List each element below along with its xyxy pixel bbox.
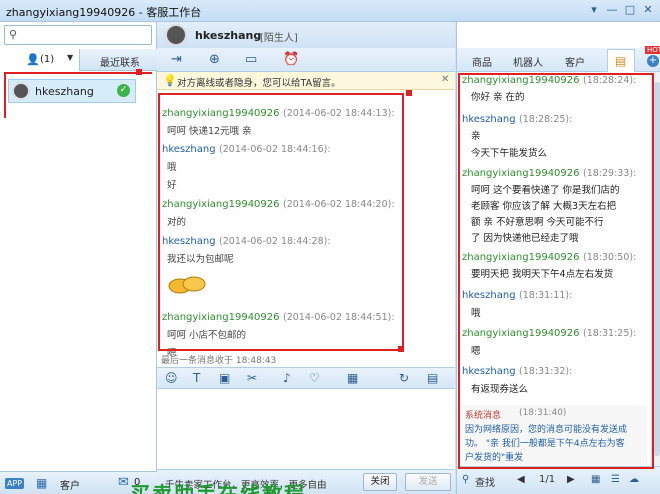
service-button[interactable]: 客户 xyxy=(60,477,80,492)
cloud-icon[interactable]: ☁ xyxy=(629,474,639,485)
contact-tabs: 👤 (1) ▼ 最近联系 xyxy=(0,49,157,71)
minimize-button[interactable]: — xyxy=(604,3,620,17)
tab-contacts[interactable]: 👤 (1) ▼ xyxy=(0,49,80,71)
input-toolbar: ☺ T ▣ ✂ ♪ ♡ ▦ ↻ ▤ xyxy=(157,367,455,389)
mail-icon[interactable]: ✉ xyxy=(118,475,129,490)
title-bar: zhangyixiang19940926 - 客服工作台 ▾ — □ ✕ xyxy=(0,0,660,22)
record-icon: ▤ xyxy=(615,54,627,68)
contacts-count: (1) xyxy=(40,54,55,65)
calculator-icon[interactable]: ▦ xyxy=(347,371,358,385)
annotation-frame xyxy=(4,72,152,118)
scissors-icon[interactable]: ✂ xyxy=(247,371,257,385)
right-tabs: 商品 机器人 客户 ▤ xyxy=(457,48,660,72)
chat-toolbar: ⇥ ⊕ ▭ ⏰ xyxy=(157,48,455,72)
tutorial-banner: 买卖助手在线教程 xyxy=(130,482,306,494)
bulb-icon: 💡 xyxy=(163,74,177,87)
search-icon: ⚲ xyxy=(9,28,18,41)
tab-chat-record[interactable]: ▤ xyxy=(607,49,635,72)
screen-share-icon[interactable]: ▭ xyxy=(245,52,257,67)
bell-icon[interactable]: ♪ xyxy=(283,371,291,385)
annotation-arrow xyxy=(406,90,412,96)
image-icon[interactable]: ▣ xyxy=(219,371,230,385)
close-chat-button[interactable]: 关闭 xyxy=(363,473,397,491)
close-tip-icon[interactable]: ✕ xyxy=(441,74,449,85)
tab-recent[interactable]: 最近联系 xyxy=(100,54,140,69)
calendar-icon[interactable]: ▦ xyxy=(591,474,600,485)
emoji-icon[interactable]: ☺ xyxy=(165,371,178,385)
list-icon[interactable]: ☰ xyxy=(611,474,620,485)
add-contact-icon[interactable]: ⊕ xyxy=(209,52,220,67)
tab-products[interactable]: 商品 xyxy=(472,54,492,69)
annotation-frame xyxy=(458,73,654,469)
tab-robot[interactable]: 机器人 xyxy=(513,54,543,69)
person-icon: 👤 xyxy=(26,53,40,66)
close-button[interactable]: ✕ xyxy=(640,3,656,17)
annotation-arrow xyxy=(136,69,142,75)
message-input[interactable] xyxy=(157,389,455,469)
scrollbar-thumb[interactable] xyxy=(653,82,660,456)
last-message-info: 最后一条消息收于 18:48:43 xyxy=(161,356,277,366)
app-button[interactable]: APP xyxy=(5,478,25,489)
search-input[interactable]: ⚲ xyxy=(4,25,152,45)
add-tab-icon[interactable]: + xyxy=(647,55,659,67)
history-footer: ⚲ 查找 ◀ 1/1 ▶ ▦ ☰ ☁ xyxy=(457,466,660,494)
heart-icon[interactable]: ♡ xyxy=(309,371,320,385)
font-icon[interactable]: T xyxy=(193,371,200,385)
peer-name: hkeszhang xyxy=(195,29,262,42)
annotation-frame xyxy=(158,93,404,351)
page-indicator: 1/1 xyxy=(539,474,556,485)
window-title: zhangyixiang19940926 - 客服工作台 xyxy=(6,6,202,19)
skin-icon[interactable]: ▾ xyxy=(586,3,602,17)
tab-customer[interactable]: 客户 xyxy=(565,54,585,69)
maximize-button[interactable]: □ xyxy=(622,3,638,17)
hot-badge: HOT xyxy=(645,46,660,54)
alarm-icon[interactable]: ⏰ xyxy=(283,52,299,67)
document-icon[interactable]: ▤ xyxy=(427,371,438,385)
transfer-icon[interactable]: ⇥ xyxy=(171,52,182,67)
send-button[interactable]: 发送 xyxy=(405,473,451,491)
search-icon[interactable]: ⚲ xyxy=(462,474,469,485)
tip-text: 对方离线或者隐身，您可以给TA留言。 xyxy=(177,78,341,89)
avatar xyxy=(165,24,187,46)
peer-tag: [陌生人] xyxy=(260,33,298,44)
offline-tip: 💡 对方离线或者隐身，您可以给TA留言。 ✕ xyxy=(157,72,455,90)
grid-icon[interactable]: ▦ xyxy=(36,476,47,490)
prev-page-icon[interactable]: ◀ xyxy=(517,474,525,485)
next-page-icon[interactable]: ▶ xyxy=(567,474,575,485)
annotation-arrow xyxy=(398,346,404,352)
find-button[interactable]: 查找 xyxy=(475,474,495,489)
quick-reply-icon[interactable]: ↻ xyxy=(399,371,409,385)
chevron-down-icon: ▼ xyxy=(67,53,74,62)
chat-header: hkeszhang [陌生人] xyxy=(157,22,455,48)
